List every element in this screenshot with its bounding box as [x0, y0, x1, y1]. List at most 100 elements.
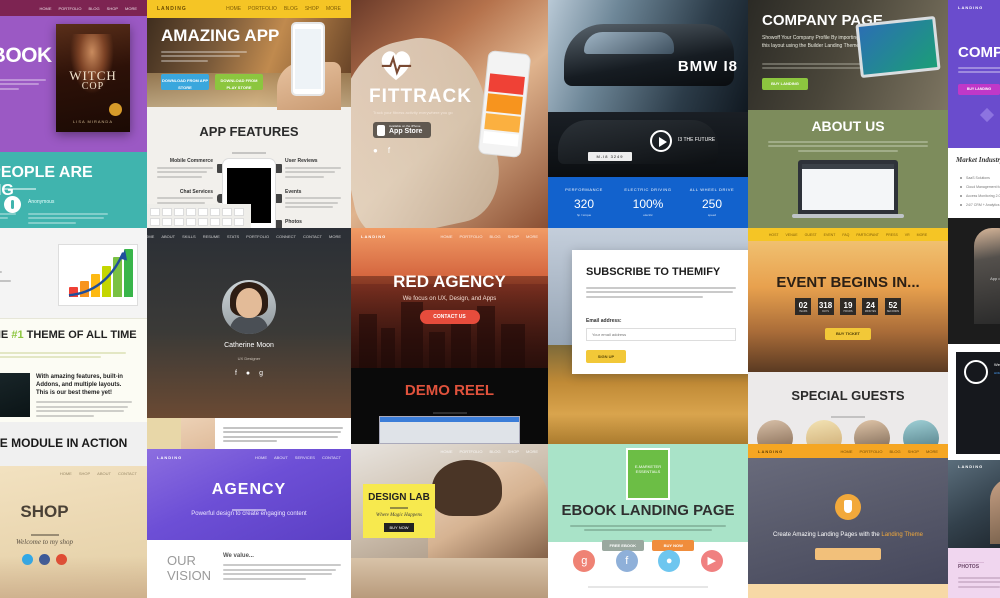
app-navbar[interactable]: LANDING HOME PORTFOLIO BLOG SHOP MORE	[147, 0, 351, 18]
nav-home[interactable]: HOME	[226, 6, 241, 12]
guest-avatar[interactable]	[805, 420, 842, 444]
nav-shop[interactable]: SHOP	[107, 6, 118, 11]
nav-guest[interactable]: GUEST	[805, 233, 817, 237]
google-plus-icon[interactable]: g	[259, 370, 263, 377]
tile-testimonials-template[interactable]: HAT PEOPLE ARE SAYING Anonymous	[0, 152, 147, 228]
agency-navbar[interactable]: LANDING HOME ABOUT SERVICES CONTACT	[147, 449, 351, 465]
facebook-icon[interactable]: f	[615, 550, 638, 572]
profile-navbar[interactable]: WELCOME ABOUT SKILLS RESUME STATS PORTFO…	[147, 228, 351, 244]
nav-about[interactable]: ABOUT	[161, 234, 175, 239]
facebook-icon[interactable]: f	[235, 370, 237, 377]
app-store-button[interactable]: DOWNLOAD FROM APP STORE	[161, 74, 209, 90]
nav-host[interactable]: HOST	[769, 233, 779, 237]
nav-faq[interactable]: FAQ	[842, 233, 849, 237]
tile-create-landing-template[interactable]: LANDING HOME PORTFOLIO BLOG SHOP MORE Cr…	[748, 444, 948, 598]
buy-landing-button[interactable]: BUY LANDING	[762, 78, 808, 90]
nav-more[interactable]: MORE	[125, 6, 137, 11]
nav-portfolio[interactable]: PORTFOLIO	[246, 234, 269, 239]
tile-badge-card-template[interactable]: We're Taking a Break HOME ABOUT BLOG	[948, 344, 1000, 460]
tile-newsletter-template[interactable]: ETER GET THEME ED AS THE #1 THEME OF ALL…	[0, 228, 147, 422]
nav-services[interactable]: SERVICES	[295, 455, 315, 460]
nav-more[interactable]: MORE	[526, 234, 538, 239]
buy-now-button[interactable]: BUY NOW	[384, 523, 414, 532]
nav-vr[interactable]: VR	[905, 233, 910, 237]
tile-fittrack-template[interactable]: FITTRACK Track your fitness activity eve…	[351, 0, 548, 228]
tile-bmw-template[interactable]: BMW I8 M-I8 3249 I3 THE FUTURE PERFORMAN…	[548, 0, 748, 228]
tile-demo-reel-template[interactable]: DEMO REEL	[351, 368, 548, 444]
create-navbar[interactable]: LANDING HOME PORTFOLIO BLOG SHOP MORE	[748, 444, 948, 458]
twitter-icon[interactable]: ●	[658, 550, 681, 572]
tile-ebook-template[interactable]: HOME PORTFOLIO BLOG SHOP MORE G EBOOK WI…	[0, 0, 147, 152]
ebook-social-links[interactable]: g f ● ▶	[548, 550, 748, 572]
cpurple-navbar[interactable]: LANDING	[948, 0, 1000, 14]
nav-home[interactable]: HOME	[255, 455, 267, 460]
nav-resume[interactable]: RESUME	[203, 234, 220, 239]
buy-ticket-button[interactable]: BUY TICKET	[825, 328, 871, 340]
play-store-button[interactable]: DOWNLOAD FROM PLAY STORE	[215, 74, 263, 90]
tile-company-page-template[interactable]: COMPANY PAGE Showoff Your Company Profil…	[748, 0, 948, 228]
nav-home[interactable]: HOME	[60, 471, 72, 476]
facebook-icon[interactable]: f	[388, 146, 390, 155]
tile-feature-module-template[interactable]: FEATURE MODULE IN ACTION	[0, 422, 147, 466]
tile-market-industry-template[interactable]: Market Industry Expertise SaaS Solutions…	[948, 148, 1000, 218]
badge-nav[interactable]: HOME ABOUT BLOG	[994, 371, 1000, 375]
tile-amazing-app-template[interactable]: LANDING HOME PORTFOLIO BLOG SHOP MORE AM…	[147, 0, 351, 228]
nav-home[interactable]: HOME	[840, 449, 852, 454]
tile-app-developer-template[interactable]: App developer	[948, 218, 1000, 344]
ebook-nav-links[interactable]: HOME PORTFOLIO BLOG SHOP MORE	[39, 6, 137, 11]
event-navbar[interactable]: HOST VENUE GUEST EVENT FAQ PARTICIPANT P…	[748, 228, 948, 241]
nav-portfolio[interactable]: PORTFOLIO	[58, 6, 81, 11]
nav-blog[interactable]: BLOG	[490, 449, 501, 454]
nav-skills[interactable]: SKILLS	[182, 234, 196, 239]
video-thumbnail[interactable]	[0, 373, 30, 417]
tile-agency-template[interactable]: LANDING HOME ABOUT SERVICES CONTACT AGEN…	[147, 449, 351, 598]
landing-dark-navbar[interactable]: LANDING	[948, 460, 1000, 472]
nav-event[interactable]: EVENT	[824, 233, 836, 237]
nav-shop[interactable]: SHOP	[508, 449, 519, 454]
nav-home[interactable]: HOME	[39, 6, 51, 11]
play-button-icon[interactable]	[650, 130, 672, 152]
nav-venue[interactable]: VENUE	[786, 233, 798, 237]
nav-shop[interactable]: SHOP	[305, 6, 319, 12]
twitter-icon[interactable]: ●	[246, 370, 250, 377]
buy-landing-button[interactable]: BUY LANDING	[958, 84, 1000, 95]
nav-more[interactable]: MORE	[926, 449, 938, 454]
nav-home[interactable]: HOME	[440, 234, 452, 239]
nav-more[interactable]: MORE	[329, 234, 341, 239]
contact-us-button[interactable]: CONTACT US	[419, 310, 480, 324]
tile-subscribe-template[interactable]: SUBSCRIBE TO THEMIFY Email address: SIGN…	[548, 228, 748, 444]
guest-avatar[interactable]	[854, 420, 891, 444]
nav-home[interactable]: HOME	[440, 449, 452, 454]
fittrack-social-links[interactable]: ● f	[373, 146, 390, 155]
ebook-navbar[interactable]: HOME PORTFOLIO BLOG SHOP MORE	[0, 0, 147, 16]
nav-shop[interactable]: SHOP	[79, 471, 90, 476]
nav-more[interactable]: MORE	[526, 449, 538, 454]
sign-up-button[interactable]: SIGN UP	[586, 350, 626, 363]
nav-stats[interactable]: STATS	[227, 234, 239, 239]
nav-press[interactable]: PRESS	[886, 233, 898, 237]
email-input[interactable]	[586, 328, 736, 341]
guest-avatar[interactable]	[902, 420, 939, 444]
tile-design-lab-template[interactable]: HOME PORTFOLIO BLOG SHOP MORE DESIGN LAB…	[351, 444, 548, 598]
red-brand[interactable]: LANDING	[361, 234, 386, 239]
create-brand[interactable]: LANDING	[758, 449, 783, 454]
twitter-icon[interactable]: ●	[373, 146, 378, 155]
youtube-icon[interactable]: ▶	[700, 550, 723, 572]
tile-ebook-landing-template[interactable]: E-MARKETER ESSENTIALS EBOOK LANDING PAGE…	[548, 444, 748, 598]
guest-avatar[interactable]	[757, 420, 794, 444]
tile-photos-template[interactable]: PHOTOS	[948, 548, 1000, 598]
nav-portfolio[interactable]: PORTFOLIO	[459, 234, 482, 239]
app-store-badge[interactable]: Available on the iPhone App Store	[373, 122, 431, 138]
nav-blog[interactable]: BLOG	[490, 234, 501, 239]
nav-shop[interactable]: SHOP	[908, 449, 919, 454]
create-cta-button[interactable]	[815, 548, 881, 560]
nav-about[interactable]: ABOUT	[274, 455, 288, 460]
nav-blog[interactable]: BLOG	[89, 6, 100, 11]
nav-portfolio[interactable]: PORTFOLIO	[859, 449, 882, 454]
tile-red-agency-template[interactable]: LANDING HOME PORTFOLIO BLOG SHOP MORE RE…	[351, 228, 548, 368]
red-navbar[interactable]: LANDING HOME PORTFOLIO BLOG SHOP MORE	[351, 228, 548, 244]
app-brand[interactable]: LANDING	[157, 6, 187, 12]
nav-contact[interactable]: CONTACT	[118, 471, 137, 476]
profile-social-links[interactable]: f ● g	[147, 370, 351, 377]
nav-about[interactable]: ABOUT	[97, 471, 111, 476]
